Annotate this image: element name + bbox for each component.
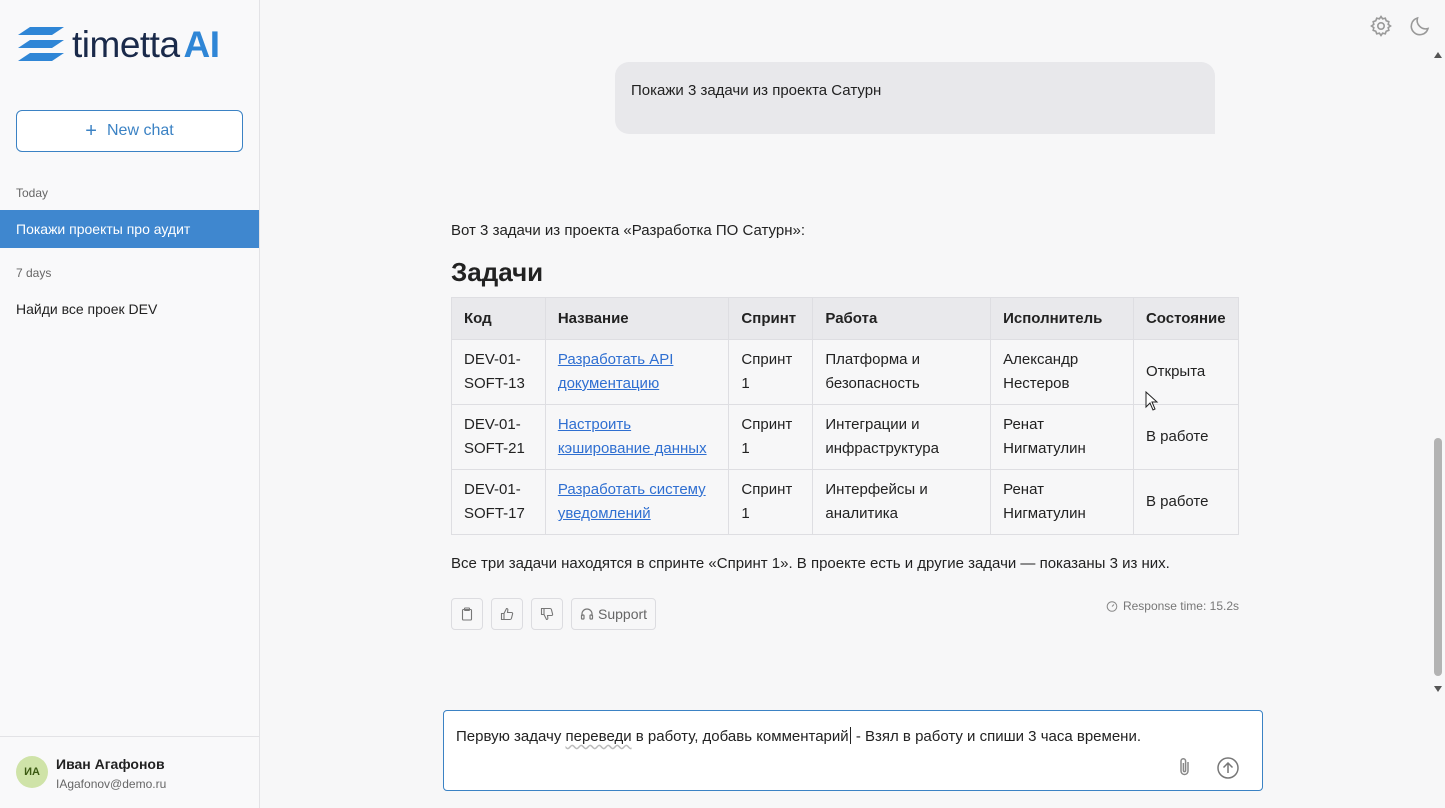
sidebar: timetta AI + New chat Today Покажи проект…: [0, 0, 260, 808]
task-work: Интерфейсы и аналитика: [812, 469, 992, 535]
thumbs-up-button[interactable]: [491, 598, 523, 630]
column-header: Состояние: [1132, 297, 1240, 340]
task-sprint: Спринт 1: [728, 339, 814, 405]
table-row: DEV-01-SOFT-17 Разработать систему уведо…: [451, 469, 1240, 535]
copy-button[interactable]: [451, 598, 483, 630]
table-row: DEV-01-SOFT-21 Настроить кэширование дан…: [451, 404, 1240, 470]
column-header: Работа: [812, 297, 992, 340]
table-header-row: Код Название Спринт Работа Исполнитель С…: [451, 297, 1240, 340]
assistant-summary: Все три задачи находятся в спринте «Спри…: [451, 555, 1170, 572]
timer-icon: [1106, 601, 1118, 612]
support-label: Support: [598, 606, 648, 622]
message-input-text[interactable]: Первую задачу переведи в работу, добавь …: [456, 727, 1141, 745]
brand-name: timetta AI: [72, 24, 220, 65]
user-name: Иван Агафонов: [56, 756, 165, 772]
task-code: DEV-01-SOFT-21: [451, 404, 546, 470]
thumbs-down-button[interactable]: [531, 598, 563, 630]
scrollbar[interactable]: [1430, 48, 1445, 696]
task-status: В работе: [1132, 469, 1240, 535]
thumbs-down-icon: [540, 607, 554, 621]
column-header: Название: [544, 297, 730, 340]
message-actions: Support: [451, 598, 657, 630]
mouse-cursor-icon: [1145, 391, 1159, 411]
tasks-heading: Задачи: [451, 257, 544, 287]
avatar: ИА: [16, 756, 48, 788]
task-assignee: Ренат Нигматулин: [990, 404, 1134, 470]
user-profile[interactable]: ИА Иван Агафонов IAgafonov@demo.ru: [0, 736, 259, 808]
column-header: Исполнитель: [990, 297, 1134, 340]
task-code: DEV-01-SOFT-17: [451, 469, 546, 535]
assistant-message: Вот 3 задачи из проекта «Разработка ПО С…: [451, 222, 1241, 630]
user-message-bubble: Покажи 3 задачи из проекта Сатурн: [615, 62, 1215, 134]
chat-item-audit-projects[interactable]: Покажи проекты про аудит: [0, 210, 259, 248]
response-time: Response time: 15.2s: [1106, 599, 1239, 613]
task-assignee: Александр Нестеров: [990, 339, 1134, 405]
task-assignee: Ренат Нигматулин: [990, 469, 1134, 535]
user-email: IAgafonov@demo.ru: [56, 777, 167, 791]
task-status: В работе: [1132, 404, 1240, 470]
response-time-label: Response time: 15.2s: [1122, 599, 1239, 613]
column-header: Спринт: [728, 297, 814, 340]
section-label-today: Today: [16, 186, 49, 200]
task-link[interactable]: Настроить кэширование данных: [558, 416, 707, 457]
clipboard-icon: [461, 607, 473, 621]
tasks-table: Код Название Спринт Работа Исполнитель С…: [451, 297, 1240, 535]
scrollbar-thumb[interactable]: [1434, 438, 1442, 676]
send-icon[interactable]: [1216, 756, 1240, 780]
task-link[interactable]: Разработать систему уведомлений: [558, 481, 706, 522]
table-row: DEV-01-SOFT-13 Разработать API документа…: [451, 339, 1240, 405]
column-header: Код: [451, 297, 546, 340]
plus-icon: +: [85, 119, 97, 142]
brand-logo[interactable]: timetta AI: [16, 24, 220, 66]
assistant-intro: Вот 3 задачи из проекта «Разработка ПО С…: [451, 222, 806, 239]
task-sprint: Спринт 1: [728, 404, 814, 470]
task-work: Интеграции и инфраструктура: [812, 404, 992, 470]
headset-icon: [580, 608, 594, 620]
scroll-up-icon[interactable]: [1434, 52, 1442, 58]
task-link[interactable]: Разработать API документацию: [558, 351, 674, 392]
text-caret: [849, 727, 851, 744]
message-input[interactable]: Первую задачу переведи в работу, добавь …: [443, 710, 1263, 791]
task-name-cell: Настроить кэширование данных: [544, 404, 730, 470]
new-chat-button[interactable]: + New chat: [16, 110, 243, 152]
task-code: DEV-01-SOFT-13: [451, 339, 546, 405]
new-chat-label: New chat: [106, 122, 174, 139]
logo-mark-icon: [18, 27, 64, 61]
support-button[interactable]: Support: [571, 598, 657, 630]
task-sprint: Спринт 1: [728, 469, 814, 535]
task-work: Платформа и безопасность: [812, 339, 992, 405]
task-name-cell: Разработать API документацию: [544, 339, 730, 405]
moon-icon[interactable]: [1408, 14, 1432, 38]
gear-icon[interactable]: [1369, 14, 1393, 38]
section-label-7-days: 7 days: [16, 266, 52, 280]
paperclip-icon[interactable]: [1174, 756, 1196, 778]
scroll-down-icon[interactable]: [1434, 686, 1442, 692]
task-name-cell: Разработать систему уведомлений: [544, 469, 730, 535]
chat-item-dev-projects[interactable]: Найди все проек DEV: [0, 290, 259, 328]
thumbs-up-icon: [500, 607, 514, 621]
